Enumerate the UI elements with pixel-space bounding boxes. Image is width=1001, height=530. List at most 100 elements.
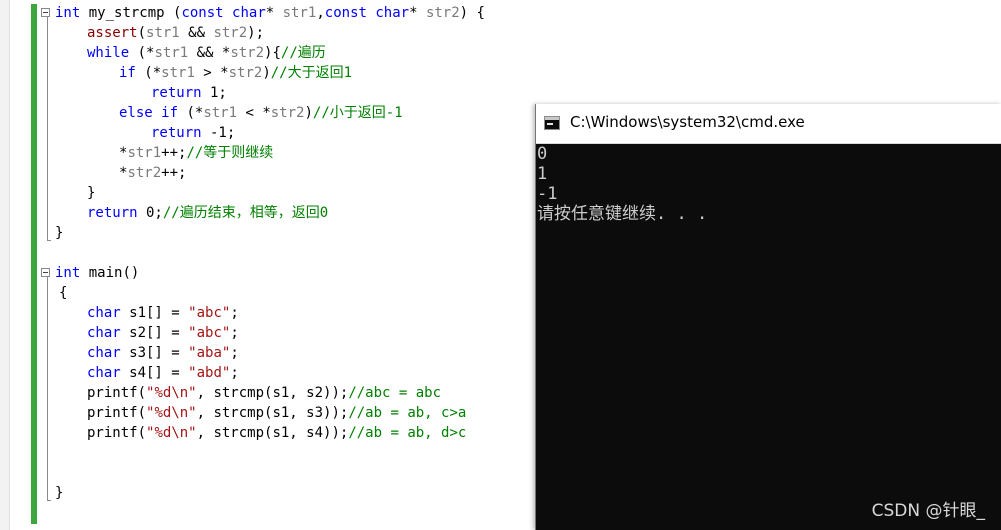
code-line[interactable]: } — [87, 183, 95, 203]
code-parameter: str1 — [161, 65, 195, 81]
code-line[interactable]: if (*str1 > *str2)//大于返回1 — [119, 63, 352, 83]
code-comment: //小于返回-1 — [312, 105, 403, 121]
code-text: , strcmp(s1, s4)); — [196, 425, 349, 441]
code-keyword: while — [87, 45, 130, 61]
code-line[interactable]: char s1[] = "abc"; — [87, 303, 239, 323]
code-text: s3[] = — [120, 345, 189, 361]
code-text: ; — [230, 365, 239, 381]
console-output[interactable]: 0 1 -1 请按任意键继续. . . — [536, 144, 1001, 224]
code-text: ; — [230, 325, 239, 341]
code-text: 1; — [201, 85, 227, 101]
code-text: my_strcmp — [80, 5, 174, 21]
code-line[interactable]: int main() — [55, 263, 139, 283]
code-text: * — [265, 5, 283, 21]
code-line[interactable]: return -1; — [151, 123, 235, 143]
code-text: ) — [262, 65, 271, 81]
code-keyword: int — [55, 5, 81, 21]
code-keyword: char — [87, 345, 121, 361]
code-keyword: return — [151, 125, 202, 141]
watermark: CSDN @针眼_ — [871, 501, 985, 521]
code-text: } — [55, 225, 64, 241]
code-line[interactable]: { — [59, 283, 67, 303]
code-text: s1[] = — [120, 305, 189, 321]
code-string: "aba" — [188, 345, 231, 361]
code-parameter: str2 — [230, 45, 265, 61]
code-keyword: char — [232, 5, 266, 21]
code-line[interactable]: *str2++; — [119, 163, 186, 183]
code-line[interactable]: printf("%d\n", strcmp(s1, s2));//abc = a… — [87, 383, 441, 403]
code-comment: //ab = ab, d>c — [348, 425, 467, 441]
code-text: } — [55, 485, 64, 501]
code-text: main() — [80, 265, 140, 281]
code-text: printf( — [87, 425, 147, 441]
code-string: "abd" — [188, 365, 231, 381]
code-text: -1; — [201, 125, 236, 141]
fold-guide-line — [47, 17, 48, 240]
code-line[interactable]: char s2[] = "abc"; — [87, 323, 239, 343]
code-text: s4[] = — [120, 365, 189, 381]
code-text: ) { — [459, 5, 485, 21]
code-parameter: str1 — [127, 145, 162, 161]
code-line[interactable]: return 0;//遍历结束，相等，返回0 — [87, 203, 328, 223]
code-keyword: if — [161, 105, 179, 121]
code-comment: //等于则继续 — [186, 145, 274, 161]
code-text: s2[] = — [120, 325, 189, 341]
code-text: && — [179, 25, 214, 41]
console-titlebar[interactable]: C:\Windows\system32\cmd.exe — [536, 104, 1001, 144]
code-parameter: str2 — [228, 65, 263, 81]
code-text: ++; — [161, 145, 187, 161]
code-keyword: return — [87, 205, 138, 221]
code-comment: //ab = ab, c>a — [348, 405, 467, 421]
code-text: (* — [135, 65, 162, 81]
code-comment: //大于返回1 — [270, 65, 353, 81]
code-text: ( — [137, 25, 147, 41]
code-parameter: str1 — [282, 5, 317, 21]
code-line[interactable]: while (*str1 && *str2){//遍历 — [87, 43, 326, 63]
code-string: "%d\n" — [146, 425, 197, 441]
code-keyword: return — [151, 85, 202, 101]
code-text: * — [409, 5, 426, 21]
code-line[interactable]: else if (*str1 < *str2)//小于返回-1 — [119, 103, 403, 123]
code-text: } — [87, 185, 96, 201]
code-text: > * — [194, 65, 229, 81]
code-comment: //abc = abc — [348, 385, 442, 401]
code-text: , strcmp(s1, s3)); — [196, 405, 349, 421]
change-indicator-bar — [31, 4, 37, 524]
code-keyword: if — [119, 65, 136, 81]
code-text: ) — [304, 105, 313, 121]
code-parameter: str2 — [425, 5, 460, 21]
code-line[interactable]: *str1++;//等于则继续 — [119, 143, 273, 163]
console-title: C:\Windows\system32\cmd.exe — [570, 113, 805, 131]
code-line[interactable]: } — [55, 223, 63, 243]
code-parameter: str1 — [203, 105, 238, 121]
fold-guide-line — [47, 277, 48, 500]
code-line[interactable]: char s4[] = "abd"; — [87, 363, 239, 383]
code-comment: //遍历 — [280, 45, 326, 61]
code-text: (* — [178, 105, 204, 121]
code-line[interactable]: printf("%d\n", strcmp(s1, s4));//ab = ab… — [87, 423, 466, 443]
console-window-icon[interactable] — [544, 116, 560, 130]
code-line[interactable]: return 1; — [151, 83, 227, 103]
code-string: "abc" — [188, 325, 231, 341]
code-text: , — [316, 5, 325, 21]
code-line[interactable]: char s3[] = "aba"; — [87, 343, 239, 363]
fold-toggle-icon[interactable] — [41, 8, 50, 17]
code-keyword: const — [181, 5, 224, 21]
code-line[interactable]: int my_strcmp (const char* str1,const ch… — [55, 3, 485, 23]
fold-guide-end — [47, 500, 51, 501]
code-line[interactable]: printf("%d\n", strcmp(s1, s3));//ab = ab… — [87, 403, 466, 423]
code-keyword: char — [375, 5, 410, 21]
code-string: "abc" — [188, 305, 231, 321]
console-output-line: -1 — [537, 184, 558, 204]
code-parameter: str2 — [127, 165, 162, 181]
code-text: printf( — [87, 405, 147, 421]
console-window[interactable]: C:\Windows\system32\cmd.exe 0 1 -1 请按任意键… — [535, 104, 1001, 530]
code-keyword: char — [87, 325, 121, 341]
code-line[interactable]: } — [55, 483, 63, 503]
code-line[interactable]: assert(str1 && str2); — [87, 23, 264, 43]
code-text: ++; — [161, 165, 187, 181]
fold-toggle-icon[interactable] — [41, 268, 50, 277]
code-text: ); — [247, 25, 265, 41]
code-text: < * — [237, 105, 271, 121]
